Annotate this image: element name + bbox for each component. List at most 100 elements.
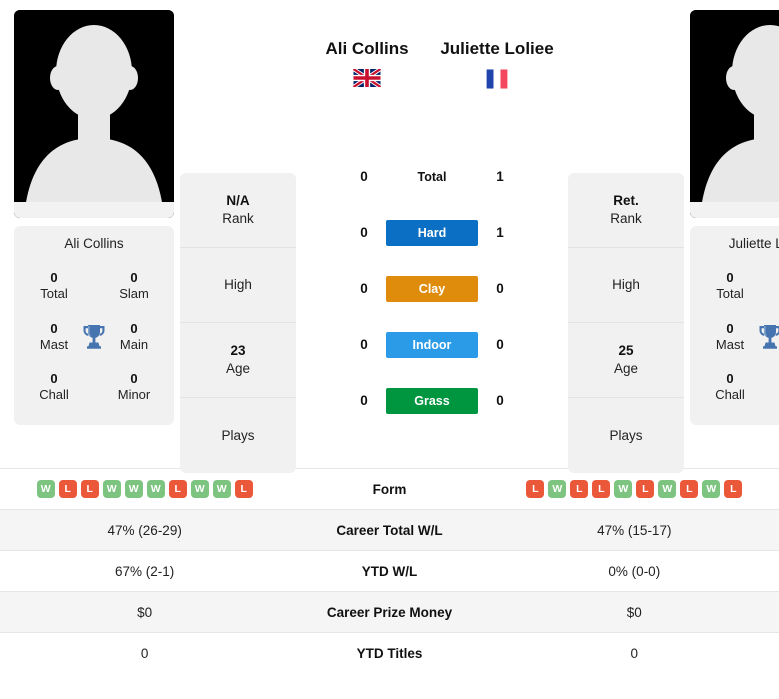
- form-badge-w[interactable]: W: [190, 480, 209, 498]
- left-high-label: High: [224, 277, 252, 293]
- form-badge-w[interactable]: W: [146, 480, 165, 498]
- form-badge-w[interactable]: W: [124, 480, 143, 498]
- left-form-strip: WLLWWWLWWL: [0, 480, 289, 498]
- form-badge-w[interactable]: W: [548, 480, 567, 498]
- right-info-column: Ret. Rank High 25 Age Plays: [568, 10, 684, 473]
- right-rank-label: Rank: [610, 211, 642, 226]
- left-info-row-rank: N/A Rank: [180, 173, 296, 248]
- surface-row-indoor: 0 Indoor 0: [339, 317, 525, 373]
- right-titles-player-name: Juliette Loliee: [728, 236, 779, 251]
- right-ytd-titles: 0: [630, 645, 639, 661]
- right-title-cell-total: 0 Total: [690, 261, 770, 312]
- left-title-cell-slam: 0 Slam: [94, 261, 174, 312]
- right-form-strip: LWLLWLWLWL: [490, 480, 779, 498]
- left-info-card: N/A Rank High 23 Age Plays: [180, 173, 296, 473]
- left-title-slam-label: Slam: [119, 286, 149, 302]
- form-badge-w[interactable]: W: [212, 480, 231, 498]
- right-title-mast-value: 0: [726, 320, 734, 336]
- form-badge-w[interactable]: W: [658, 480, 677, 498]
- player-comparison-page: Ali Collins 0 Total 0 Slam 0 Mast 0 Main…: [0, 0, 779, 699]
- surface-row-clay: 0 Clay 0: [339, 261, 525, 317]
- right-ytd-wl: 0% (0-0): [608, 563, 661, 579]
- surface-grass-right-score: 0: [496, 393, 504, 409]
- player-silhouette-icon: [14, 10, 174, 218]
- left-rank-value: N/A: [226, 193, 250, 209]
- left-career-total-wl: 47% (26-29): [107, 522, 182, 538]
- left-title-chall-label: Chall: [39, 387, 69, 403]
- surface-total-label[interactable]: Total: [386, 164, 478, 190]
- left-title-total-value: 0: [50, 270, 58, 285]
- form-badge-l[interactable]: L: [592, 480, 611, 498]
- surface-total-left-score: 0: [360, 169, 368, 185]
- left-player-column: Ali Collins 0 Total 0 Slam 0 Mast 0 Main…: [14, 10, 174, 425]
- player-names-row: Ali Collins Juliette Loliee: [302, 38, 562, 89]
- right-title-main-label: Main: [770, 337, 779, 353]
- fr-flag-icon: [486, 69, 508, 89]
- left-title-minor-label: Minor: [117, 387, 151, 403]
- left-ytd-wl: 67% (2-1): [115, 563, 175, 579]
- left-player-name[interactable]: Ali Collins: [302, 38, 432, 61]
- right-title-cell-main: 0 Main: [770, 312, 779, 363]
- left-info-row-high: High: [180, 248, 296, 323]
- surface-hard-badge[interactable]: Hard: [386, 219, 478, 246]
- form-badge-l[interactable]: L: [636, 480, 655, 498]
- form-badge-w[interactable]: W: [36, 480, 55, 498]
- surface-clay-left-score: 0: [360, 281, 368, 297]
- surface-grass-badge[interactable]: Grass: [386, 387, 478, 414]
- surface-clay-right-score: 0: [496, 281, 504, 297]
- left-info-row-plays: Plays: [180, 398, 296, 473]
- left-player-name-block: Ali Collins: [302, 38, 432, 87]
- form-badge-w[interactable]: W: [702, 480, 721, 498]
- form-badge-l[interactable]: L: [680, 480, 699, 498]
- surface-indoor-badge[interactable]: Indoor: [386, 331, 478, 358]
- form-badge-l[interactable]: L: [234, 480, 253, 498]
- left-title-main-value: 0: [130, 320, 138, 336]
- left-player-avatar[interactable]: [14, 10, 174, 218]
- surface-grass-left-score: 0: [360, 393, 368, 409]
- left-title-chall-value: 0: [50, 371, 58, 386]
- right-age-label: Age: [613, 361, 639, 376]
- right-title-cell-chall: 0 Chall: [690, 362, 770, 413]
- right-title-main-value: 0: [770, 321, 779, 337]
- row-label-career-total-wl: Career Total W/L: [336, 522, 443, 538]
- right-titles-card: Juliette Loliee 0 Total 0 Slam 0 Mast: [690, 226, 779, 425]
- right-title-minor-value: 0: [770, 371, 779, 387]
- left-age-value: 23: [230, 343, 246, 359]
- left-titles-player-name: Ali Collins: [64, 236, 124, 251]
- right-career-prize-money: $0: [626, 604, 642, 620]
- form-badge-w[interactable]: W: [614, 480, 633, 498]
- form-badge-l[interactable]: L: [724, 480, 743, 498]
- right-info-row-rank: Ret. Rank: [568, 173, 684, 248]
- right-player-name[interactable]: Juliette Loliee: [432, 38, 562, 61]
- player-silhouette-icon: [690, 10, 779, 218]
- form-badge-l[interactable]: L: [526, 480, 545, 498]
- left-rank-label: Rank: [222, 211, 254, 226]
- right-player-avatar[interactable]: [690, 10, 779, 218]
- form-badge-l[interactable]: L: [58, 480, 77, 498]
- left-title-cell-chall: 0 Chall: [14, 362, 94, 413]
- left-title-cell-main: 0 Main: [94, 312, 174, 363]
- left-plays-label: Plays: [221, 427, 255, 443]
- form-badge-l[interactable]: L: [80, 480, 99, 498]
- right-title-mast-label: Mast: [715, 336, 745, 352]
- left-info-row-age: 23 Age: [180, 323, 296, 398]
- right-title-cell-minor: 0 Minor: [770, 362, 779, 413]
- form-badge-w[interactable]: W: [102, 480, 121, 498]
- right-title-cell-mast: 0 Mast: [690, 312, 770, 363]
- right-title-slam-label: Slam: [770, 286, 779, 302]
- left-title-main-label: Main: [119, 336, 149, 352]
- surface-hard-right-score: 1: [496, 225, 504, 241]
- left-form-cell: WLLWWWLWWL: [0, 469, 289, 510]
- left-title-minor-value: 0: [130, 371, 138, 386]
- surface-comparison-column: Ali Collins Juliette Loliee 0 Total 1 0 …: [302, 10, 562, 419]
- form-badge-l[interactable]: L: [570, 480, 589, 498]
- table-row-ytd-wl: 67% (2-1) YTD W/L 0% (0-0): [0, 550, 779, 592]
- right-title-slam-value: 0: [770, 270, 779, 286]
- surface-indoor-right-score: 0: [496, 337, 504, 353]
- row-label-career-prize-money: Career Prize Money: [326, 604, 453, 620]
- surface-hard-left-score: 0: [360, 225, 368, 241]
- right-high-label: High: [612, 277, 640, 293]
- form-badge-l[interactable]: L: [168, 480, 187, 498]
- surface-clay-badge[interactable]: Clay: [386, 275, 478, 302]
- right-title-total-value: 0: [726, 270, 734, 285]
